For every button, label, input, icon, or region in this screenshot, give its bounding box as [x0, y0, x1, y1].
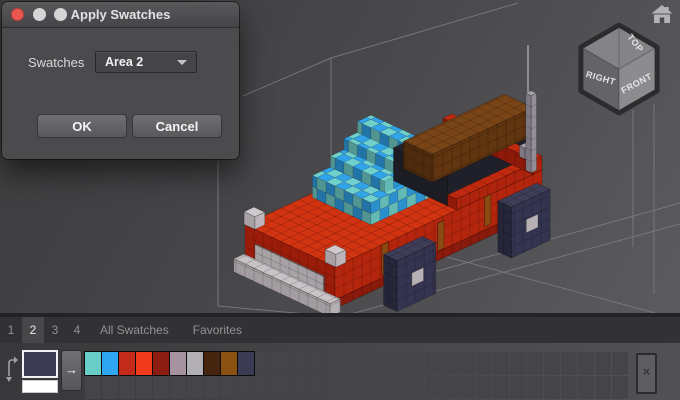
- swatches-label: Swatches: [28, 55, 84, 70]
- empty-swatch-cell[interactable]: [340, 376, 356, 399]
- empty-swatch-cell[interactable]: [442, 376, 458, 399]
- empty-swatch-cell[interactable]: [425, 376, 441, 399]
- empty-swatch-cell[interactable]: [187, 376, 203, 399]
- empty-swatch-cell[interactable]: [612, 376, 628, 399]
- empty-swatch-cell[interactable]: [459, 376, 475, 399]
- empty-swatch-cell[interactable]: [561, 376, 577, 399]
- empty-swatch-cell[interactable]: [510, 352, 526, 375]
- empty-swatch-cell[interactable]: [578, 376, 594, 399]
- empty-swatch-cell[interactable]: [204, 376, 220, 399]
- foreground-background-selector[interactable]: [22, 350, 58, 393]
- swatch-cell[interactable]: [170, 352, 186, 375]
- empty-swatch-cell[interactable]: [595, 376, 611, 399]
- dropdown-value: Area 2: [105, 52, 143, 72]
- dialog-titlebar[interactable]: Apply Swatches: [2, 2, 239, 28]
- empty-swatch-cell[interactable]: [493, 376, 509, 399]
- swatch-cell[interactable]: [102, 352, 118, 375]
- apply-color-button[interactable]: →: [61, 350, 82, 391]
- swatch-grid: [85, 352, 629, 400]
- empty-swatch-cell[interactable]: [408, 352, 424, 375]
- empty-swatch-cell[interactable]: [238, 376, 254, 399]
- empty-swatch-cell[interactable]: [340, 352, 356, 375]
- empty-swatch-cell[interactable]: [272, 352, 288, 375]
- empty-swatch-cell[interactable]: [170, 376, 186, 399]
- swatch-cell[interactable]: [238, 352, 254, 375]
- empty-swatch-cell[interactable]: [119, 376, 135, 399]
- swatch-tab-bar: 1234All SwatchesFavorites: [0, 317, 680, 343]
- empty-swatch-cell[interactable]: [510, 376, 526, 399]
- swatch-cell[interactable]: [221, 352, 237, 375]
- empty-swatch-cell[interactable]: [255, 352, 271, 375]
- empty-swatch-cell[interactable]: [527, 352, 543, 375]
- empty-swatch-cell[interactable]: [493, 352, 509, 375]
- empty-swatch-cell[interactable]: [476, 352, 492, 375]
- empty-swatch-cell[interactable]: [221, 376, 237, 399]
- tab-favorites[interactable]: Favorites: [181, 317, 254, 343]
- empty-swatch-cell[interactable]: [527, 376, 543, 399]
- empty-swatch-cell[interactable]: [476, 376, 492, 399]
- foreground-color-swatch[interactable]: [22, 350, 58, 378]
- tab-all-swatches[interactable]: All Swatches: [88, 317, 181, 343]
- empty-swatch-cell[interactable]: [357, 376, 373, 399]
- empty-swatch-cell[interactable]: [544, 352, 560, 375]
- palette-panel: → ×: [0, 343, 680, 400]
- dialog-title: Apply Swatches: [2, 2, 239, 27]
- swatch-cell[interactable]: [136, 352, 152, 375]
- empty-swatch-cell[interactable]: [289, 376, 305, 399]
- swatch-cell[interactable]: [153, 352, 169, 375]
- empty-swatch-cell[interactable]: [289, 352, 305, 375]
- background-color-swatch[interactable]: [22, 380, 58, 393]
- empty-swatch-cell[interactable]: [306, 352, 322, 375]
- empty-swatch-cell[interactable]: [272, 376, 288, 399]
- swatches-dropdown[interactable]: Area 2: [95, 51, 197, 73]
- empty-swatch-cell[interactable]: [425, 352, 441, 375]
- tab-1[interactable]: 1: [0, 317, 22, 343]
- empty-swatch-cell[interactable]: [85, 376, 101, 399]
- empty-swatch-cell[interactable]: [136, 376, 152, 399]
- home-view-button[interactable]: [651, 4, 673, 26]
- empty-swatch-cell[interactable]: [544, 376, 560, 399]
- empty-swatch-cell[interactable]: [153, 376, 169, 399]
- empty-swatch-cell[interactable]: [374, 352, 390, 375]
- empty-swatch-cell[interactable]: [323, 376, 339, 399]
- swatch-cell[interactable]: [204, 352, 220, 375]
- empty-swatch-cell[interactable]: [578, 352, 594, 375]
- empty-swatch-cell[interactable]: [102, 376, 118, 399]
- empty-swatch-cell[interactable]: [323, 352, 339, 375]
- empty-swatch-cell[interactable]: [391, 352, 407, 375]
- empty-swatch-cell[interactable]: [357, 352, 373, 375]
- empty-swatch-cell[interactable]: [612, 352, 628, 375]
- swatch-cell[interactable]: [119, 352, 135, 375]
- app-window: TOPRIGHTFRONT 1234All SwatchesFavorites …: [0, 0, 680, 400]
- empty-swatch-cell[interactable]: [561, 352, 577, 375]
- tab-4[interactable]: 4: [66, 317, 88, 343]
- swatch-cell[interactable]: [85, 352, 101, 375]
- chevron-down-icon: [177, 60, 187, 65]
- swatch-cell[interactable]: [187, 352, 203, 375]
- ok-button[interactable]: OK: [37, 114, 127, 138]
- empty-swatch-cell[interactable]: [595, 352, 611, 375]
- tab-3[interactable]: 3: [44, 317, 66, 343]
- empty-swatch-cell[interactable]: [442, 352, 458, 375]
- cancel-button[interactable]: Cancel: [132, 114, 222, 138]
- remove-swatch-button[interactable]: ×: [636, 353, 657, 394]
- apply-swatches-dialog: Apply Swatches Swatches Area 2 OK Cancel: [2, 2, 239, 159]
- empty-swatch-cell[interactable]: [391, 376, 407, 399]
- empty-swatch-cell[interactable]: [459, 352, 475, 375]
- empty-swatch-cell[interactable]: [306, 376, 322, 399]
- tab-2[interactable]: 2: [22, 317, 44, 343]
- swap-colors-icon[interactable]: [5, 354, 19, 391]
- empty-swatch-cell[interactable]: [408, 376, 424, 399]
- empty-swatch-cell[interactable]: [374, 376, 390, 399]
- home-icon: [651, 4, 673, 26]
- empty-swatch-cell[interactable]: [255, 376, 271, 399]
